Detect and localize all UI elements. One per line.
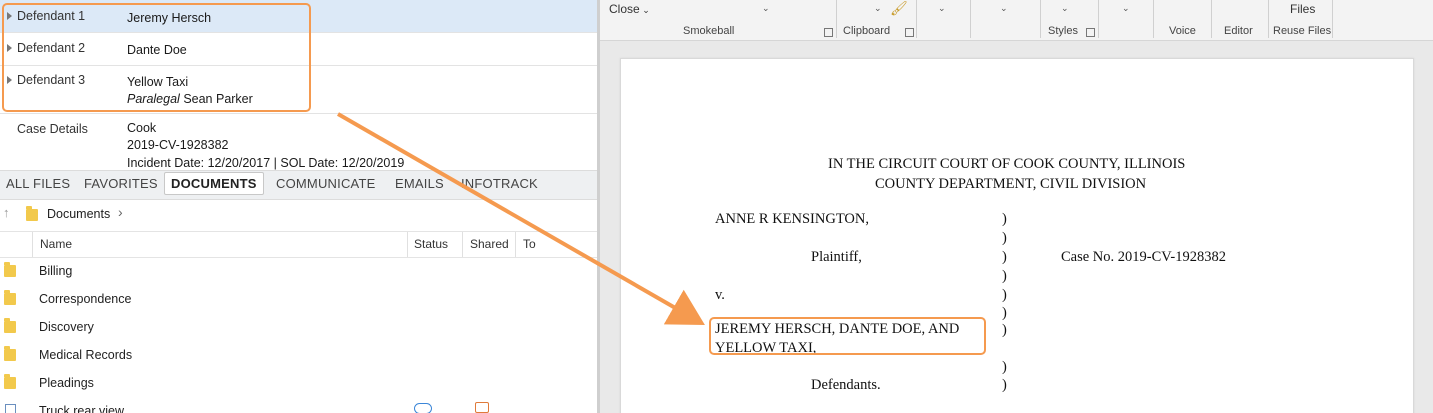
group-clipboard: Clipboard	[843, 25, 891, 37]
tab-emails[interactable]: EMAILS	[395, 176, 444, 191]
ribbon-separator	[1098, 0, 1099, 38]
file-tabs: ALL FILES FAVORITES DOCUMENTS COMMUNICAT…	[0, 170, 597, 200]
group-smokeball: Smokeball	[683, 25, 735, 37]
case-number-caption: Case No. 2019-CV-1928382	[1061, 249, 1227, 265]
document-icon	[5, 404, 16, 413]
group-voice[interactable]: Voice	[1169, 25, 1196, 37]
defendants-role: Defendants.	[811, 377, 881, 393]
case-number: 2019-CV-1928382	[127, 138, 229, 152]
dialog-launcher-icon[interactable]	[905, 28, 914, 37]
caption-paren: )	[1002, 287, 1007, 303]
ribbon-separator	[1268, 0, 1269, 38]
chevron-down-icon[interactable]: ⌄	[1000, 3, 1008, 14]
caption-highlight-box	[709, 317, 986, 355]
ribbon-separator	[916, 0, 917, 38]
up-arrow-icon[interactable]: ↑	[3, 205, 10, 220]
versus: v.	[715, 287, 725, 303]
column-separator	[32, 232, 33, 257]
column-name[interactable]: Name	[40, 237, 72, 251]
folder-icon	[4, 262, 16, 277]
dialog-launcher-icon[interactable]	[1086, 28, 1095, 37]
ribbon-separator	[1211, 0, 1212, 38]
caption-paren: )	[1002, 305, 1007, 321]
folder-icon	[26, 206, 38, 221]
caption-paren: )	[1002, 268, 1007, 284]
court-heading-line-1: IN THE CIRCUIT COURT OF COOK COUNTY, ILL…	[828, 156, 1186, 172]
tab-favorites[interactable]: FAVORITES	[84, 176, 158, 191]
breadcrumb-documents[interactable]: Documents	[47, 207, 110, 221]
file-name: Truck rear view	[39, 404, 124, 413]
ribbon: Close ⌄ ⌄ Smokeball 🖌 ⌄ Clipboard ⌄ ⌄ ⌄ …	[600, 0, 1433, 41]
shared-icon	[475, 402, 489, 413]
group-reuse-files[interactable]: Reuse Files	[1273, 25, 1331, 37]
case-details-row: Case Details Cook 2019-CV-1928382 Incide…	[0, 114, 597, 170]
file-list-header: Name Status Shared To	[0, 231, 597, 258]
caption-paren: )	[1002, 377, 1007, 393]
ribbon-separator	[1332, 0, 1333, 38]
close-label: Close	[609, 2, 640, 16]
chevron-right-icon[interactable]: ›	[118, 204, 123, 220]
tab-infotrack[interactable]: INFOTRACK	[461, 176, 538, 191]
document-page[interactable]: IN THE CIRCUIT COURT OF COOK COUNTY, ILL…	[620, 58, 1414, 413]
column-separator	[515, 232, 516, 257]
ribbon-separator	[836, 0, 837, 38]
tab-documents[interactable]: DOCUMENTS	[164, 172, 264, 195]
tab-communicate[interactable]: COMMUNICATE	[276, 176, 375, 191]
folder-icon	[4, 346, 16, 361]
defendants-highlight-box	[2, 3, 311, 112]
plaintiff-name: ANNE R KENSINGTON,	[715, 211, 869, 227]
chevron-down-icon[interactable]: ⌄	[874, 3, 882, 14]
court-heading-line-2: COUNTY DEPARTMENT, CIVIL DIVISION	[875, 176, 1147, 192]
plaintiff-role: Plaintiff,	[811, 249, 862, 265]
chevron-down-icon[interactable]: ⌄	[1122, 3, 1130, 14]
breadcrumb: ↑ Documents ›	[0, 200, 597, 228]
column-separator	[407, 232, 408, 257]
column-separator	[462, 232, 463, 257]
ribbon-separator	[1153, 0, 1154, 38]
chevron-down-icon[interactable]: ⌄	[1061, 3, 1069, 14]
files-button[interactable]: Files	[1290, 2, 1315, 16]
paintbrush-icon[interactable]: 🖌	[890, 0, 908, 17]
case-details-label: Case Details	[17, 122, 88, 136]
list-item[interactable]: Truck rear view	[0, 398, 597, 413]
case-county: Cook	[127, 121, 157, 135]
caption-paren: )	[1002, 230, 1007, 246]
caption-paren: )	[1002, 359, 1007, 375]
list-item[interactable]: Pleadings	[0, 370, 597, 398]
column-to[interactable]: To	[523, 237, 536, 251]
caption-paren: )	[1002, 322, 1007, 338]
chevron-down-icon[interactable]: ⌄	[762, 3, 770, 14]
folder-icon	[4, 318, 16, 333]
folder-name: Billing	[39, 264, 73, 278]
ribbon-separator	[1040, 0, 1041, 38]
folder-name: Medical Records	[39, 348, 133, 362]
list-item[interactable]: Discovery	[0, 314, 597, 342]
group-editor[interactable]: Editor	[1224, 25, 1253, 37]
list-item[interactable]: Billing	[0, 258, 597, 286]
caption-paren: )	[1002, 249, 1007, 265]
group-styles: Styles	[1048, 25, 1078, 37]
folder-name: Correspondence	[39, 292, 132, 306]
chevron-down-icon[interactable]: ⌄	[938, 3, 946, 14]
list-item[interactable]: Correspondence	[0, 286, 597, 314]
caption-paren: )	[1002, 211, 1007, 227]
column-status[interactable]: Status	[414, 237, 448, 251]
folder-name: Pleadings	[39, 376, 94, 390]
folder-icon	[4, 374, 16, 389]
case-dates: Incident Date: 12/20/2017 | SOL Date: 12…	[127, 156, 405, 170]
tab-all-files[interactable]: ALL FILES	[6, 176, 70, 191]
list-item[interactable]: Medical Records	[0, 342, 597, 370]
dialog-launcher-icon[interactable]	[824, 28, 833, 37]
column-shared[interactable]: Shared	[470, 237, 509, 251]
close-button[interactable]: Close ⌄	[609, 2, 650, 16]
cloud-icon	[414, 403, 432, 413]
ribbon-separator	[970, 0, 971, 38]
folder-name: Discovery	[39, 320, 94, 334]
folder-icon	[4, 290, 16, 305]
